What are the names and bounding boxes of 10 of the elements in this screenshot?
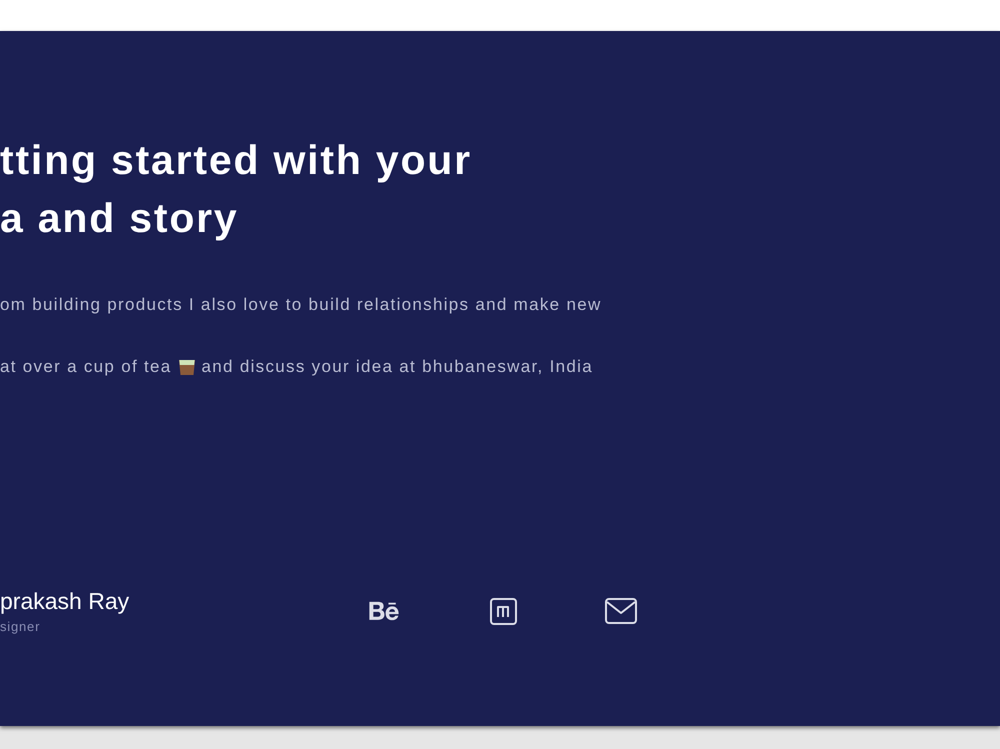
mail-icon[interactable] — [605, 598, 637, 624]
author-role: signer — [0, 619, 40, 635]
heading-line: a and story — [0, 194, 239, 243]
paragraph-text: at over a cup of tea — [0, 356, 172, 378]
square-logo-icon[interactable] — [490, 598, 517, 624]
paragraph-text: and discuss your idea at bhubaneswar, India — [202, 356, 593, 378]
paragraph-text: om building products I also love to build relationships and make new — [0, 294, 602, 316]
tea-cup-icon — [178, 358, 196, 376]
author-name: prakash Ray — [0, 587, 130, 615]
heading-line: tting started with your — [0, 136, 472, 185]
